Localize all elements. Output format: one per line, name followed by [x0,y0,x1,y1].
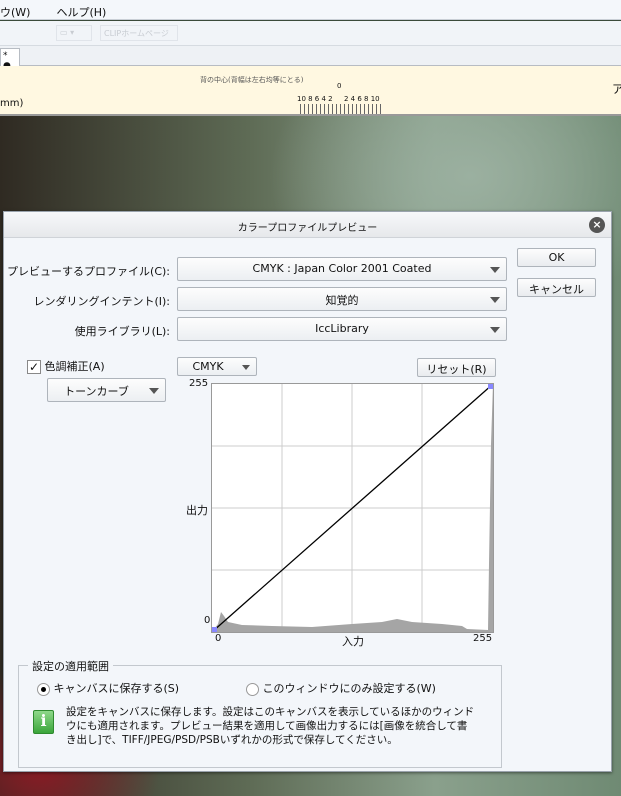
curve-start-handle[interactable] [212,627,217,632]
toolbar: ▭ ▾ CLIPホームページ [0,21,621,46]
library-label: 使用ライブラリ(L): [74,325,170,338]
menu-window[interactable]: ウ(W) [0,4,30,19]
ruler-caption: 背の中心(背幅は左右均等にとる) [200,76,304,84]
option1-label: キャンバスに保存する(S) [53,682,180,695]
close-icon[interactable]: × [589,217,605,233]
chevron-down-icon [490,297,500,303]
checkmark-icon: ✓ [27,360,41,374]
save-to-canvas-radio[interactable]: キャンバスに保存する(S) [37,680,179,696]
ruler-ticks [300,104,384,114]
tone-correction-checkbox[interactable]: ✓ 色調補正(A) [27,358,105,374]
ruler-left-ticks: 10 8 6 4 2 [297,95,333,103]
tone-curve-svg [211,383,494,633]
info-icon: i [33,710,54,734]
profile-value: CMYK : Japan Color 2001 Coated [252,262,432,275]
scope-info-text: 設定をキャンバスに保存します。設定はこのキャンバスを表示しているほかのウィンドウ… [66,706,475,746]
channel-value: CMYK [192,360,224,373]
color-profile-preview-dialog: カラープロファイルプレビュー × OK キャンセル プレビューするプロファイル(… [3,211,612,772]
tab-bar: * ● [0,46,621,71]
ruler-zero: 0 [337,82,342,90]
curve-end-handle[interactable] [488,384,493,389]
canvas-tab[interactable]: * ● [0,48,20,71]
tone-correction-label: 色調補正(A) [44,360,105,373]
window-only-radio[interactable]: このウィンドウにのみ設定する(W) [246,680,436,696]
profile-select[interactable]: CMYK : Japan Color 2001 Coated [177,257,507,281]
scope-title: 設定の適用範囲 [28,658,113,674]
clip-home-button[interactable]: CLIPホームページ [100,25,178,41]
tone-mode-value: トーンカーブ [64,385,129,398]
intent-select[interactable]: 知覚的 [177,287,507,311]
intent-value: 知覚的 [325,294,359,307]
x-axis-label: 入力 [342,635,364,648]
library-value: IccLibrary [315,322,369,335]
chevron-down-icon [242,365,250,370]
scope-group: 設定の適用範囲 キャンバスに保存する(S) このウィンドウにのみ設定する(W) … [18,658,502,768]
chevron-down-icon [490,267,500,273]
menu-bar: ウ(W) ヘルプ(H) [0,0,621,20]
chevron-down-icon [490,327,500,333]
y-min-label: 0 [204,615,211,626]
intent-label: レンダリングインテント(I): [33,295,170,308]
radio-icon [246,682,259,696]
x-max-label: 255 [473,633,493,644]
ruler-right-ticks: 2 4 6 8 10 [344,95,380,103]
tone-curve-graph[interactable] [211,383,494,633]
channel-select[interactable]: CMYK [177,357,257,376]
profile-label: プレビューするプロファイル(C): [7,265,170,278]
reset-button[interactable]: リセット(R) [417,358,496,377]
cover-ruler: 背の中心(背幅は左右均等にとる) 0 10 8 6 4 2 2 4 6 8 10… [0,66,621,116]
ruler-right-char: ア [612,82,621,96]
menu-help[interactable]: ヘルプ(H) [56,4,106,19]
option2-label: このウィンドウにのみ設定する(W) [262,682,436,695]
tone-mode-select[interactable]: トーンカーブ [47,378,166,402]
y-max-label: 255 [189,378,209,389]
chevron-down-icon [149,388,159,394]
library-select[interactable]: IccLibrary [177,317,507,341]
radio-selected-icon [37,682,50,696]
ruler-unit: mm) [0,98,24,109]
cancel-button[interactable]: キャンセル [517,278,596,297]
ok-button[interactable]: OK [517,248,596,267]
layout-dropdown[interactable]: ▭ ▾ [56,25,92,41]
x-min-label: 0 [215,633,222,644]
y-axis-label: 出力 [186,504,208,517]
dialog-title: カラープロファイルプレビュー [4,212,611,238]
